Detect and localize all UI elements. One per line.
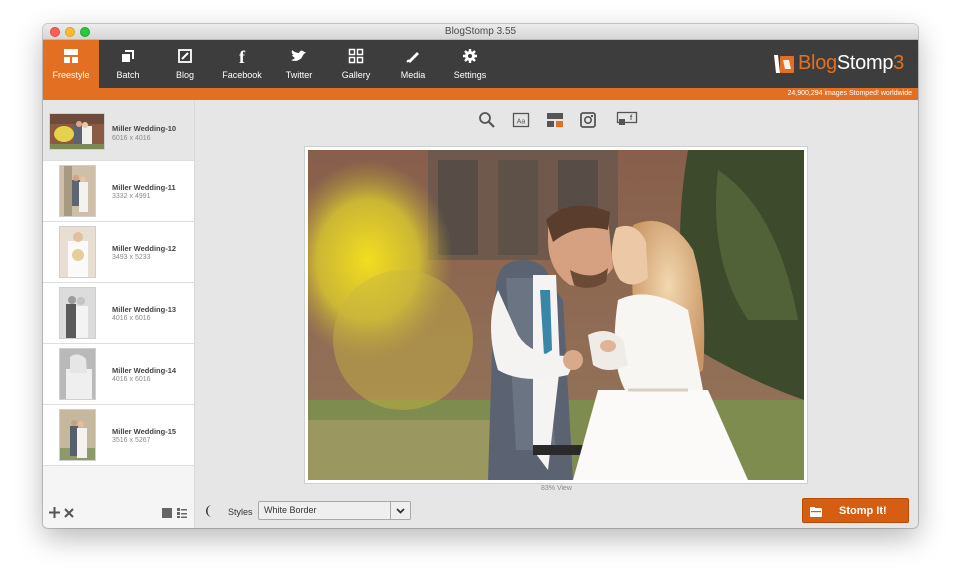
- image-thumbnail: [59, 165, 96, 217]
- main-toolbar: Freestyle Batch Blog f Facebook Twitter: [43, 40, 918, 88]
- brand-name-part1: Blog: [798, 51, 837, 74]
- nav-settings[interactable]: Settings: [442, 40, 498, 88]
- image-list-item[interactable]: Miller Wedding-13 4016 x 6016: [43, 283, 194, 344]
- title-bar[interactable]: BlogStomp 3.55: [43, 24, 918, 40]
- bottom-bar: Styles White Border Stomp It!: [195, 494, 918, 528]
- layout-icon[interactable]: [546, 111, 566, 131]
- nav-batch[interactable]: Batch: [100, 40, 156, 88]
- nav-gallery[interactable]: Gallery: [328, 40, 384, 88]
- gallery-icon: [328, 48, 384, 66]
- stomp-it-label: Stomp It!: [839, 505, 887, 517]
- image-name: Miller Wedding-12: [112, 244, 177, 253]
- svg-text:Aa: Aa: [517, 119, 526, 126]
- image-preview-frame[interactable]: [305, 147, 807, 483]
- text-overlay-icon[interactable]: Aa: [512, 111, 532, 131]
- image-thumbnail: [59, 287, 96, 339]
- image-list-item[interactable]: Miller Wedding-15 3516 x 5267: [43, 405, 194, 466]
- svg-text:f: f: [630, 115, 633, 122]
- image-dimensions: 3516 x 5267: [112, 437, 151, 444]
- instagram-icon[interactable]: [579, 111, 599, 131]
- image-dimensions: 4016 x 6016: [112, 315, 151, 322]
- media-icon: [385, 48, 441, 66]
- nav-media[interactable]: Media: [385, 40, 441, 88]
- brand-logo: BlogStomp3: [772, 50, 904, 76]
- add-image-icon[interactable]: [49, 506, 60, 520]
- image-dimensions: 4016 x 6016: [112, 376, 151, 383]
- styles-dropdown[interactable]: White Border: [258, 501, 411, 520]
- settings-icon: [442, 48, 498, 66]
- dark-mode-toggle-icon[interactable]: [205, 505, 215, 520]
- stomp-count-banner: 24,900,294 images Stomped! worldwide: [43, 88, 918, 100]
- styles-dropdown-value: White Border: [264, 505, 317, 515]
- image-list-item[interactable]: Miller Wedding-10 6016 x 4016: [43, 101, 194, 161]
- view-tools: Aa f: [195, 111, 918, 133]
- nav-facebook[interactable]: f Facebook: [214, 40, 270, 88]
- brand-name-part2: Stomp: [836, 51, 894, 74]
- image-dimensions: 3332 x 4991: [112, 193, 151, 200]
- image-list-item[interactable]: Miller Wedding-12 3493 x 5233: [43, 222, 194, 283]
- stomp-folder-icon: [810, 505, 822, 517]
- freestyle-icon: [43, 48, 99, 66]
- chevron-down-icon[interactable]: [390, 502, 410, 519]
- image-name: Miller Wedding-15: [112, 427, 177, 436]
- blogstomp-logo-icon: [772, 52, 795, 74]
- image-dimensions: 6016 x 4016: [112, 135, 151, 142]
- image-thumbnail: [49, 113, 105, 150]
- twitter-icon: [271, 48, 327, 66]
- image-list[interactable]: Miller Wedding-10 6016 x 4016 Miller Wed…: [43, 101, 194, 467]
- preview-photo: [308, 150, 804, 480]
- image-thumbnail: [59, 348, 96, 400]
- image-thumbnail: [59, 409, 96, 461]
- image-dimensions: 3493 x 5233: [112, 254, 151, 261]
- window-title: BlogStomp 3.55: [444, 26, 517, 37]
- remove-image-icon[interactable]: [64, 506, 74, 520]
- image-name: Miller Wedding-14: [112, 366, 177, 375]
- list-view-icon[interactable]: [177, 506, 187, 520]
- batch-icon: [100, 48, 156, 66]
- facebook-icon: f: [239, 47, 245, 67]
- sidebar-footer: [43, 498, 194, 528]
- image-thumbnail: [59, 226, 96, 278]
- image-sidebar: Miller Wedding-10 6016 x 4016 Miller Wed…: [43, 101, 195, 528]
- zoom-search-icon[interactable]: [478, 111, 498, 131]
- image-name: Miller Wedding-10: [112, 124, 177, 133]
- facebook-cover-icon[interactable]: f: [616, 111, 638, 131]
- image-list-item[interactable]: Miller Wedding-11 3332 x 4991: [43, 161, 194, 222]
- blog-icon: [157, 48, 213, 66]
- zoom-level-label: 83% View: [540, 485, 572, 492]
- nav-freestyle[interactable]: Freestyle: [43, 40, 99, 88]
- grid-view-icon[interactable]: [162, 506, 172, 520]
- nav-blog[interactable]: Blog: [157, 40, 213, 88]
- nav-twitter[interactable]: Twitter: [271, 40, 327, 88]
- image-list-item[interactable]: Miller Wedding-14 4016 x 6016: [43, 344, 194, 405]
- stomp-it-button[interactable]: Stomp It!: [802, 498, 909, 523]
- image-name: Miller Wedding-11: [112, 183, 176, 192]
- main-panel: Aa f 83% View Styles White Border Stomp …: [195, 101, 918, 528]
- brand-name-part3: 3: [893, 51, 904, 74]
- styles-label: Styles: [228, 507, 253, 517]
- app-window: BlogStomp 3.55 Freestyle Batch Blog f Fa…: [43, 24, 918, 528]
- image-name: Miller Wedding-13: [112, 305, 177, 314]
